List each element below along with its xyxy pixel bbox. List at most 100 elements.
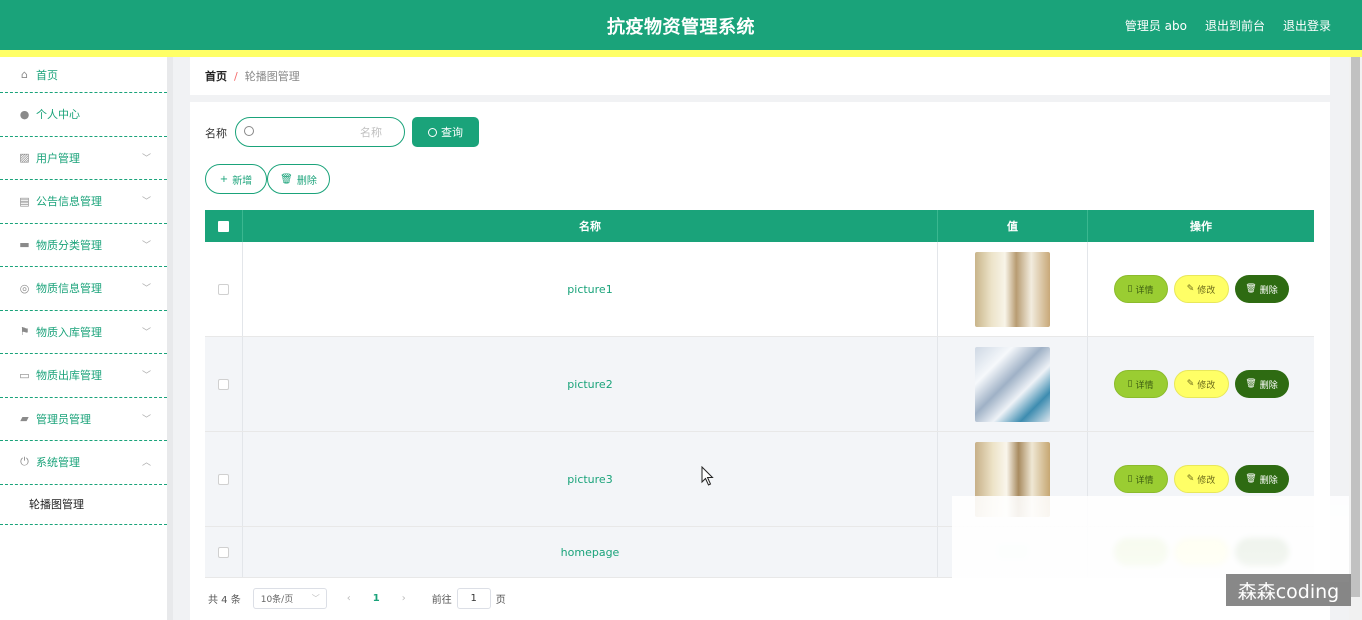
row-name: picture1: [243, 242, 938, 336]
breadcrumb-home[interactable]: 首页: [205, 68, 227, 84]
detail-button-label: 详情: [1135, 380, 1154, 391]
power-icon: ⏻: [20, 455, 29, 469]
trash-icon: 🗑: [1245, 379, 1257, 389]
carousel-image-thumbnail[interactable]: [997, 545, 1028, 559]
sidebar-item-personal[interactable]: ● 个人中心: [0, 93, 167, 137]
detail-button[interactable]: ▯ 详情: [1113, 275, 1168, 303]
select-all-checkbox[interactable]: [218, 220, 229, 232]
query-button[interactable]: 查询: [412, 117, 479, 147]
carousel-image-thumbnail[interactable]: [975, 346, 1050, 422]
document-icon: ▯: [1127, 474, 1133, 484]
edit-button[interactable]: [1173, 538, 1229, 566]
sidebar-item-home[interactable]: ⌂ 首页: [0, 57, 167, 93]
sidebar-item-label: 管理员管理: [36, 412, 91, 426]
header-stripe: [0, 50, 1362, 57]
sidebar-item-label: 用户管理: [36, 151, 80, 165]
sidebar-subitem-carousel[interactable]: 轮播图管理: [0, 485, 167, 525]
row-value-cell: [938, 527, 1088, 577]
pagination-total: 共 4 条: [208, 595, 241, 606]
carousel-image-thumbnail[interactable]: [975, 251, 1050, 327]
delete-button[interactable]: 🗑 删除: [1234, 275, 1289, 303]
edit-button[interactable]: ✎ 修改: [1173, 465, 1229, 493]
row-checkbox[interactable]: [218, 546, 229, 558]
flag-icon: ⚑: [19, 325, 30, 339]
pencil-icon: ✎: [1186, 379, 1195, 389]
sidebar-item-label: 物质信息管理: [36, 282, 102, 296]
row-name: picture3: [243, 432, 938, 526]
edit-button-label: 修改: [1197, 475, 1216, 486]
trash-icon: 🗑: [280, 173, 293, 185]
watermark: 森森coding: [1226, 574, 1351, 606]
page-number-1[interactable]: 1: [373, 593, 380, 604]
row-value-cell: [938, 337, 1088, 431]
detail-button[interactable]: [1113, 538, 1168, 566]
prev-page-button[interactable]: ‹: [347, 593, 351, 604]
delete-button[interactable]: 🗑 删除: [1234, 465, 1289, 493]
chevron-down-icon: ﹀: [311, 594, 320, 603]
search-box: [235, 117, 405, 147]
delete-button-label: 删除: [1259, 380, 1278, 391]
detail-button[interactable]: ▯ 详情: [1113, 370, 1168, 398]
delete-button[interactable]: [1234, 538, 1289, 566]
detail-button[interactable]: ▯ 详情: [1113, 465, 1168, 493]
exit-to-front-link[interactable]: 退出到前台: [1205, 17, 1265, 34]
chevron-down-icon: ﹀: [141, 414, 151, 425]
add-button[interactable]: + 新增: [205, 164, 267, 194]
compass-icon: ◎: [19, 281, 30, 295]
sidebar-item-users[interactable]: ▨ 用户管理 ﹀: [0, 137, 167, 180]
detail-button-label: 详情: [1135, 285, 1154, 296]
pencil-icon: ✎: [1186, 474, 1195, 484]
row-select-cell: [205, 527, 243, 577]
edit-button[interactable]: ✎ 修改: [1173, 275, 1229, 303]
chevron-down-icon: ﹀: [141, 327, 151, 338]
edit-button[interactable]: ✎ 修改: [1173, 370, 1229, 398]
carousel-image-thumbnail[interactable]: [975, 441, 1050, 517]
row-name: homepage: [243, 527, 938, 577]
row-checkbox[interactable]: [218, 473, 229, 485]
home-icon: ⌂: [21, 68, 28, 81]
sidebar-item-stock-in[interactable]: ⚑ 物质入库管理 ﹀: [0, 311, 167, 354]
admin-user-label[interactable]: 管理员 abo: [1125, 17, 1187, 34]
chevron-down-icon: ﹀: [141, 371, 151, 381]
sidebar-item-label: 物质出库管理: [36, 369, 102, 383]
page-size-select[interactable]: 10条/页 ﹀: [252, 588, 327, 609]
scrollbar-thumb[interactable]: [1351, 57, 1360, 597]
document-icon: ▯: [1127, 379, 1133, 389]
sidebar-item-notices[interactable]: ▤ 公告信息管理 ﹀: [0, 180, 167, 224]
trash-icon: 🗑: [1245, 284, 1257, 294]
sidebar-item-materials[interactable]: ◎ 物质信息管理 ﹀: [0, 267, 167, 311]
user-icon: ●: [19, 107, 30, 121]
sidebar-item-label: 系统管理: [36, 456, 80, 470]
search-input[interactable]: [262, 123, 402, 141]
search-icon: [428, 127, 437, 137]
wallet-icon: ▰: [20, 412, 29, 426]
sidebar-item-categories[interactable]: ▬ 物质分类管理 ﹀: [0, 224, 167, 267]
detail-button-label: 详情: [1135, 475, 1154, 486]
logout-link[interactable]: 退出登录: [1283, 17, 1331, 34]
column-header-name: 名称: [243, 210, 938, 242]
sidebar-item-stock-out[interactable]: ▭ 物质出库管理 ﹀: [0, 354, 167, 398]
row-value-cell: [938, 432, 1088, 526]
chevron-down-icon: ﹀: [141, 153, 151, 164]
top-bar: 抗疫物资管理系统 管理员 abo 退出到前台 退出登录: [0, 0, 1362, 50]
goto-page-input[interactable]: [456, 588, 491, 609]
row-checkbox[interactable]: [218, 378, 229, 390]
sidebar-item-system[interactable]: ⏻ 系统管理 ︿: [0, 441, 167, 485]
table-row: homepage: [205, 527, 1314, 578]
row-select-cell: [205, 337, 243, 431]
sidebar: ⌂ 首页 ● 个人中心 ▨ 用户管理 ﹀ ▤ 公告信息管理 ﹀ ▬ 物质分类管理…: [0, 57, 167, 620]
sidebar-item-label: 物质入库管理: [36, 325, 102, 339]
row-checkbox[interactable]: [218, 283, 229, 295]
message-icon: ▭: [19, 368, 30, 382]
batch-delete-button[interactable]: 🗑 删除: [267, 164, 330, 194]
next-page-button[interactable]: ›: [402, 593, 406, 604]
delete-button[interactable]: 🗑 删除: [1234, 370, 1289, 398]
row-actions: ▯ 详情 ✎ 修改 🗑 删除: [1088, 432, 1314, 526]
breadcrumb: 首页 / 轮播图管理: [190, 57, 1330, 95]
top-links: 管理员 abo 退出到前台 退出登录: [1125, 17, 1331, 34]
sidebar-item-admins[interactable]: ▰ 管理员管理 ﹀: [0, 398, 167, 441]
plus-icon: +: [219, 173, 229, 185]
edit-button-label: 修改: [1197, 380, 1216, 391]
table-row: picture3 ▯ 详情 ✎ 修改 🗑 删除: [205, 432, 1314, 527]
sidebar-item-label: 首页: [36, 68, 58, 82]
